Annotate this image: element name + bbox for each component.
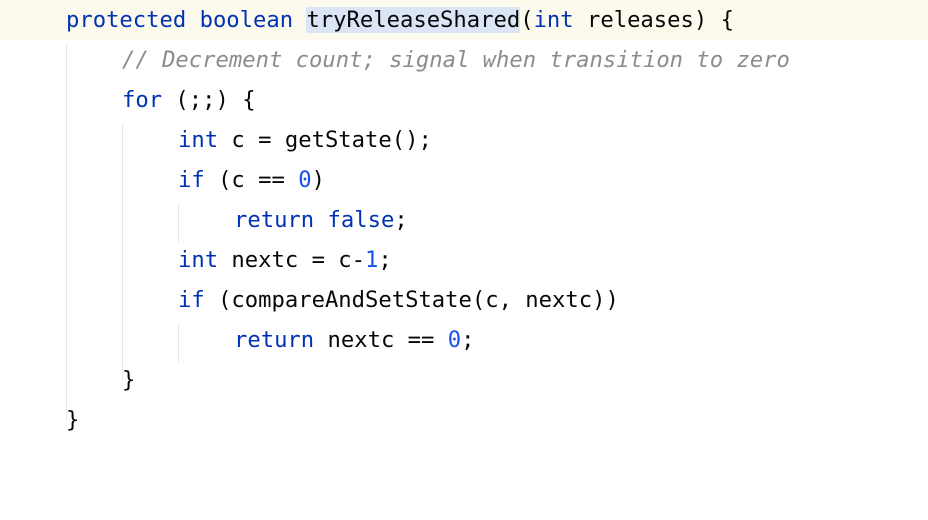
code-line[interactable]: // Decrement count; signal when transiti… <box>0 40 928 80</box>
code-line[interactable]: for (;;) { <box>0 80 928 120</box>
code-line[interactable]: if (c == 0) <box>0 160 928 200</box>
code-line[interactable]: return nextc == 0; <box>0 320 928 360</box>
code-number: 1 <box>365 247 379 273</box>
code-token: ; <box>461 327 475 353</box>
code-line[interactable]: } <box>0 360 928 400</box>
code-keyword: int <box>178 127 219 153</box>
code-token: (c == <box>204 167 299 193</box>
code-line-content: } <box>122 360 135 400</box>
code-keyword: protected <box>66 7 187 33</box>
code-comment-text: // Decrement count; signal when transiti… <box>122 47 790 73</box>
code-keyword: return <box>234 207 315 233</box>
code-token: c = getState(); <box>218 127 432 153</box>
code-line-content: if (c == 0) <box>178 160 325 200</box>
code-line-content: return false; <box>234 200 408 240</box>
code-keyword: int <box>533 7 574 33</box>
code-line[interactable]: if (compareAndSetState(c, nextc)) <box>0 280 928 320</box>
code-line-content: return nextc == 0; <box>234 320 474 360</box>
code-line[interactable]: int nextc = c-1; <box>0 240 928 280</box>
code-keyword: if <box>178 167 205 193</box>
code-token: ; <box>394 207 408 233</box>
code-keyword: if <box>178 287 205 313</box>
code-keyword: int <box>178 247 219 273</box>
code-token: } <box>66 407 80 433</box>
code-keyword: for <box>122 87 163 113</box>
code-line-content: int nextc = c-1; <box>178 240 392 280</box>
code-line-content: } <box>66 400 79 440</box>
code-token: ) <box>311 167 325 193</box>
code-line[interactable]: return false; <box>0 200 928 240</box>
code-keyword: return <box>234 327 315 353</box>
code-token: releases) { <box>573 7 734 33</box>
code-keyword: false <box>327 207 395 233</box>
code-line-content: protected boolean tryReleaseShared(int r… <box>66 0 734 40</box>
code-token: nextc == <box>314 327 448 353</box>
code-token: (compareAndSetState(c, nextc)) <box>204 287 619 313</box>
code-number: 0 <box>447 327 462 353</box>
code-token: nextc = c- <box>218 247 366 273</box>
code-line-content: for (;;) { <box>122 80 256 120</box>
code-line-content: if (compareAndSetState(c, nextc)) <box>178 280 619 320</box>
code-number: 0 <box>298 167 312 193</box>
code-line[interactable]: protected boolean tryReleaseShared(int r… <box>0 0 928 40</box>
code-token: ; <box>378 247 392 273</box>
code-keyword: boolean <box>199 7 294 33</box>
code-line-content: int c = getState(); <box>178 120 432 160</box>
highlighted-identifier: tryReleaseShared <box>306 7 521 33</box>
code-comment: // Decrement count; signal when transiti… <box>122 40 790 80</box>
code-line[interactable]: int c = getState(); <box>0 120 928 160</box>
code-token: (;;) { <box>162 87 256 113</box>
code-line[interactable]: } <box>0 400 928 440</box>
code-token: ( <box>520 7 534 33</box>
code-editor[interactable]: protected boolean tryReleaseShared(int r… <box>0 0 928 438</box>
code-token: } <box>122 367 136 393</box>
